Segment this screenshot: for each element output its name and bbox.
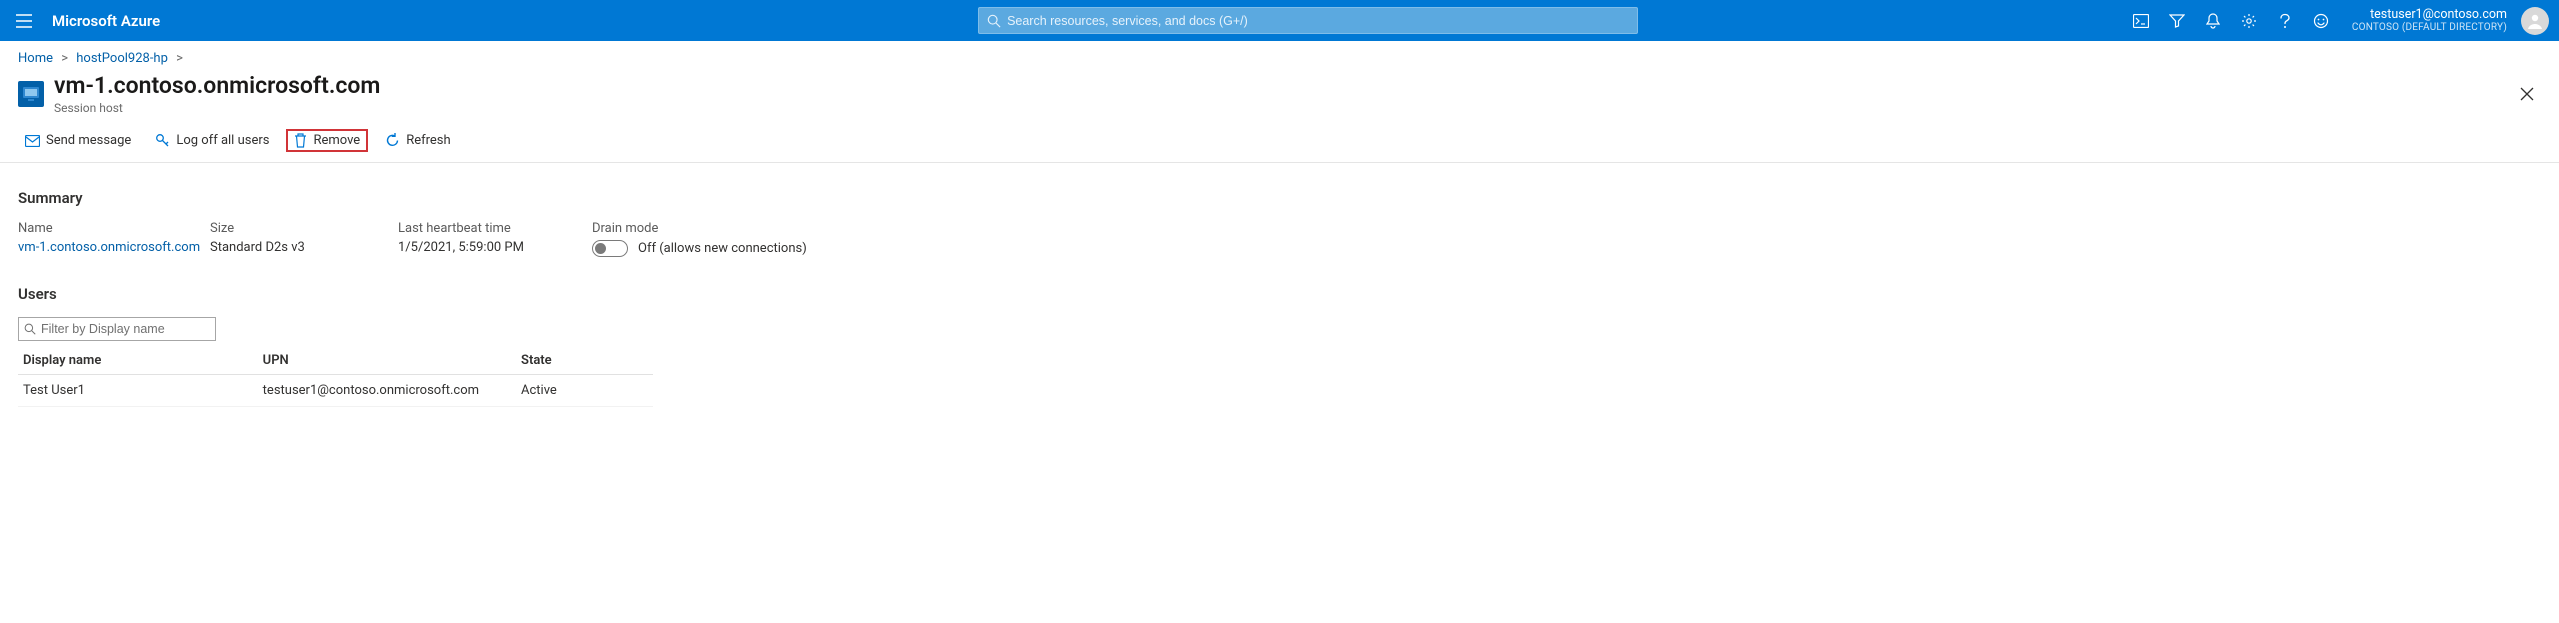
global-header: Microsoft Azure testuser1@contoso.com CO…: [0, 0, 2559, 41]
feedback-icon: [2313, 13, 2329, 29]
settings-button[interactable]: [2234, 6, 2264, 36]
breadcrumb-sep: >: [61, 51, 68, 66]
col-display-name[interactable]: Display name: [18, 347, 258, 375]
summary-size-value: Standard D2s v3: [210, 240, 398, 255]
title-row: vm-1.contoso.onmicrosoft.com Session hos…: [0, 70, 2559, 123]
col-upn[interactable]: UPN: [258, 347, 516, 375]
drain-mode-status: Off (allows new connections): [638, 241, 807, 256]
users-filter[interactable]: [18, 317, 216, 341]
notifications-button[interactable]: [2198, 6, 2228, 36]
close-icon: [2520, 87, 2534, 101]
users-heading: Users: [18, 285, 2541, 303]
refresh-label: Refresh: [406, 133, 450, 148]
summary-drain-label: Drain mode: [592, 221, 807, 236]
page-subtitle: Session host: [54, 101, 380, 115]
cell-upn: testuser1@contoso.onmicrosoft.com: [258, 375, 516, 407]
trash-icon: [294, 133, 307, 148]
remove-button[interactable]: Remove: [286, 129, 368, 152]
summary-name-label: Name: [18, 221, 210, 236]
filter-icon: [2169, 14, 2185, 28]
gear-icon: [2241, 13, 2257, 29]
help-button[interactable]: [2270, 6, 2300, 36]
mail-icon: [25, 135, 40, 147]
summary-heartbeat-value: 1/5/2021, 5:59:00 PM: [398, 240, 592, 255]
account-info[interactable]: testuser1@contoso.com CONTOSO (DEFAULT D…: [2352, 8, 2507, 34]
search-icon: [987, 14, 1001, 28]
refresh-icon: [385, 133, 400, 148]
col-state[interactable]: State: [516, 347, 653, 375]
users-table: Display name UPN State Test User1 testus…: [18, 347, 653, 407]
summary-heartbeat-label: Last heartbeat time: [398, 221, 592, 236]
drain-mode-toggle[interactable]: [592, 240, 628, 257]
summary-grid: Name vm-1.contoso.onmicrosoft.com Size S…: [18, 221, 2541, 257]
global-search-input[interactable]: [1007, 14, 1629, 28]
cell-display-name: Test User1: [18, 375, 258, 407]
account-directory: CONTOSO (DEFAULT DIRECTORY): [2352, 22, 2507, 34]
table-row[interactable]: Test User1 testuser1@contoso.onmicrosoft…: [18, 375, 653, 407]
summary-size-label: Size: [210, 221, 398, 236]
brand-label: Microsoft Azure: [52, 12, 160, 30]
breadcrumb-sep: >: [176, 51, 183, 66]
hamburger-menu-button[interactable]: [10, 7, 38, 35]
session-host-icon: [18, 81, 44, 107]
cell-state: Active: [516, 375, 653, 407]
users-filter-input[interactable]: [41, 322, 210, 336]
feedback-button[interactable]: [2306, 6, 2336, 36]
content: Summary Name vm-1.contoso.onmicrosoft.co…: [0, 163, 2559, 433]
hamburger-icon: [16, 14, 32, 28]
breadcrumb-home[interactable]: Home: [18, 51, 53, 66]
refresh-button[interactable]: Refresh: [378, 130, 457, 151]
directory-filter-button[interactable]: [2162, 6, 2192, 36]
avatar[interactable]: [2521, 7, 2549, 35]
global-search[interactable]: [978, 7, 1638, 34]
log-off-label: Log off all users: [176, 133, 269, 148]
send-message-label: Send message: [46, 133, 131, 148]
summary-heading: Summary: [18, 189, 2541, 207]
log-off-button[interactable]: Log off all users: [148, 130, 276, 151]
breadcrumb: Home > hostPool928-hp >: [0, 41, 2559, 70]
key-icon: [155, 133, 170, 148]
avatar-icon: [2525, 11, 2545, 31]
summary-name-value[interactable]: vm-1.contoso.onmicrosoft.com: [18, 240, 210, 255]
send-message-button[interactable]: Send message: [18, 130, 138, 151]
help-icon: [2278, 13, 2292, 29]
remove-label: Remove: [313, 133, 360, 148]
close-blade-button[interactable]: [2513, 80, 2541, 108]
search-icon: [24, 323, 36, 335]
breadcrumb-hostpool[interactable]: hostPool928-hp: [76, 51, 168, 66]
page-title: vm-1.contoso.onmicrosoft.com: [54, 72, 380, 99]
bell-icon: [2206, 13, 2220, 29]
command-bar: Send message Log off all users Remove Re…: [0, 123, 2559, 163]
cloud-shell-icon: [2133, 14, 2149, 28]
account-email: testuser1@contoso.com: [2370, 8, 2507, 22]
cloud-shell-button[interactable]: [2126, 6, 2156, 36]
